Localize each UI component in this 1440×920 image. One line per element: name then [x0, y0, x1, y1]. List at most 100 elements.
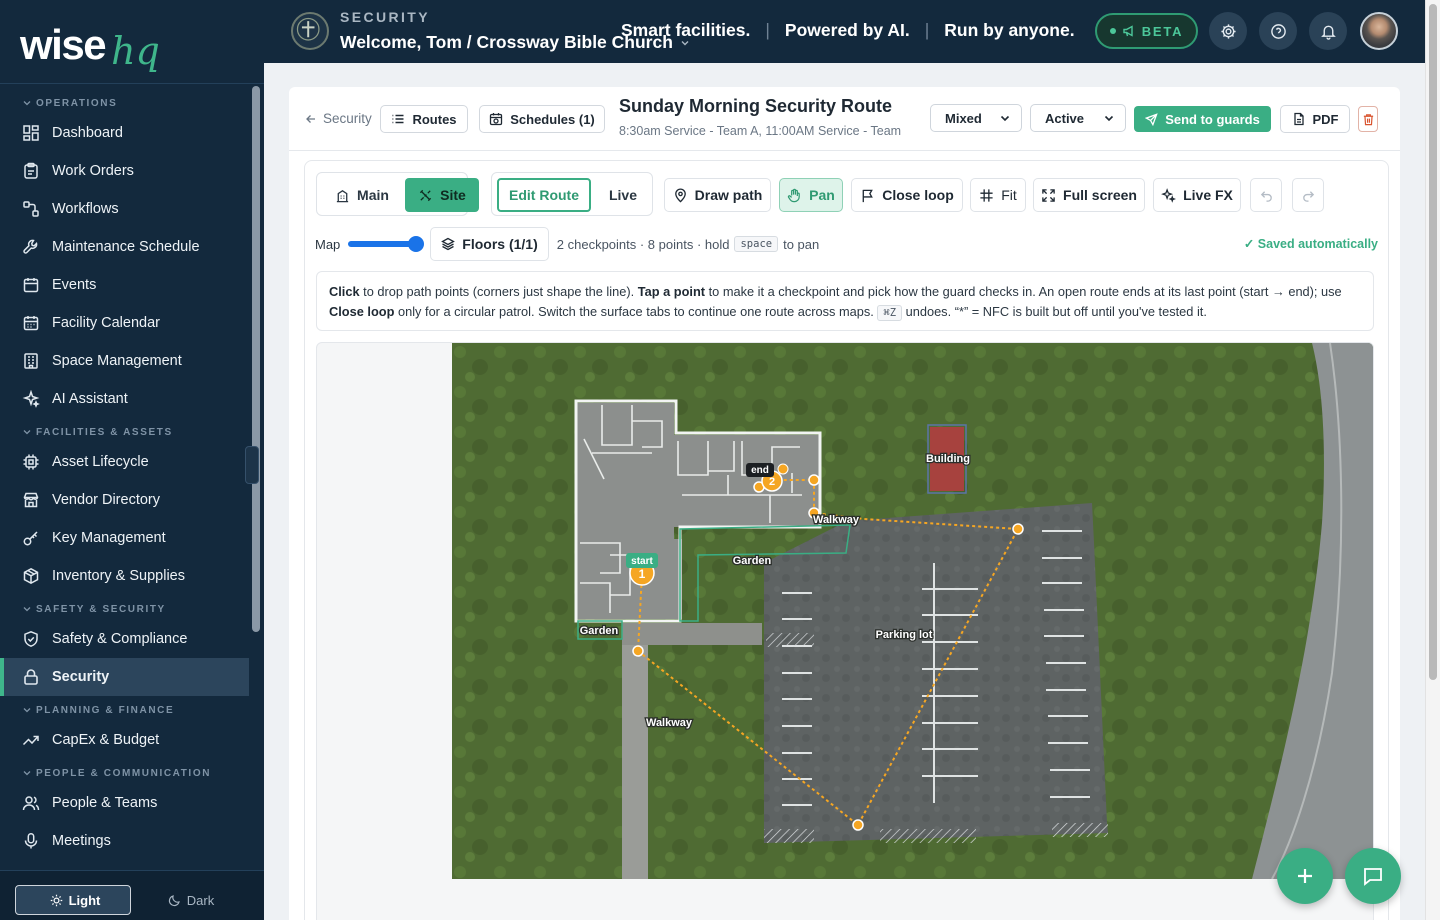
sidebar-scrollbar[interactable]	[252, 86, 260, 632]
theme-dark-button[interactable]: Dark	[133, 885, 249, 915]
draw-path-button[interactable]: Draw path	[664, 178, 771, 212]
wrench-icon	[23, 239, 38, 254]
section-title: SAFETY & SECURITY	[36, 603, 166, 615]
grid-hash-icon	[980, 188, 993, 202]
sun-icon	[50, 894, 62, 906]
route-header: Security Routes Schedules (1) Sunday Mor…	[289, 87, 1400, 151]
sidebar-item-events[interactable]: Events	[0, 266, 249, 304]
slider-knob[interactable]	[408, 236, 425, 252]
live-fx-button[interactable]: Live FX	[1153, 178, 1241, 212]
status-select-value: Active	[1045, 110, 1085, 126]
lock-icon	[24, 669, 38, 685]
user-avatar[interactable]	[1360, 12, 1398, 50]
window-scroll-thumb[interactable]	[1429, 4, 1437, 680]
sidebar-item-ai-assistant[interactable]: AI Assistant	[0, 380, 249, 418]
close-loop-button[interactable]: Close loop	[851, 178, 963, 212]
sidebar-item-security[interactable]: Security	[0, 658, 249, 696]
sidebar-item-asset-lifecycle[interactable]: Asset Lifecycle	[0, 443, 249, 481]
undo-key: ⌘Z	[877, 305, 903, 321]
undo-button[interactable]	[1250, 178, 1282, 212]
sidebar-item-dashboard[interactable]: Dashboard	[0, 114, 249, 152]
delete-route-button[interactable]	[1358, 106, 1378, 132]
map-canvas[interactable]: 1 start 2 end Building Walkway Garden Ga…	[316, 342, 1374, 920]
section-facilities-assets[interactable]: FACILITIES & ASSETS	[0, 421, 249, 443]
full-screen-button[interactable]: Full screen	[1033, 178, 1145, 212]
sidebar-item-facility-calendar[interactable]: Facility Calendar	[0, 304, 249, 342]
sidebar-item-inventory-supplies[interactable]: Inventory & Supplies	[0, 557, 249, 595]
section-operations[interactable]: OPERATIONS	[0, 92, 249, 114]
beta-label: BETA	[1141, 23, 1184, 39]
sidebar-item-label: Inventory & Supplies	[52, 568, 185, 584]
sidebar-item-people-teams[interactable]: People & Teams	[0, 784, 249, 822]
tab-main[interactable]: Main	[322, 178, 402, 212]
map-controls-row: Map Floors (1/1) 2 checkpoints · 8 point…	[315, 227, 1378, 261]
fit-label: Fit	[1001, 187, 1017, 203]
path-point[interactable]	[632, 645, 644, 657]
path-point[interactable]	[852, 819, 864, 831]
floors-button[interactable]: Floors (1/1)	[430, 227, 549, 261]
floors-label: Floors (1/1)	[462, 236, 538, 252]
add-fab-button[interactable]	[1277, 848, 1333, 904]
microphone-icon	[24, 833, 38, 849]
route-title[interactable]: Sunday Morning Security Route	[619, 96, 892, 117]
building-icon	[24, 353, 38, 369]
chat-fab-button[interactable]	[1345, 848, 1401, 904]
sidebar-item-key-management[interactable]: Key Management	[0, 519, 249, 557]
section-safety-security[interactable]: SAFETY & SECURITY	[0, 598, 249, 620]
map-pin-icon	[674, 188, 686, 202]
handicap-zone	[1052, 823, 1108, 837]
help-button[interactable]	[1259, 12, 1297, 50]
users-icon	[22, 796, 40, 811]
sidebar-item-label: Maintenance Schedule	[52, 239, 200, 255]
back-link[interactable]: Security	[305, 111, 372, 126]
tab-live[interactable]: Live	[596, 178, 650, 212]
send-to-guards-button[interactable]: Send to guards	[1134, 106, 1271, 132]
map-opacity-slider[interactable]	[348, 236, 425, 252]
theme-light-button[interactable]: Light	[15, 885, 131, 915]
sidebar-item-safety-compliance[interactable]: Safety & Compliance	[0, 620, 249, 658]
section-planning-finance[interactable]: PLANNING & FINANCE	[0, 699, 249, 721]
help-text: undoes. “*” = NFC is built but off until…	[902, 304, 1207, 319]
section-title: OPERATIONS	[36, 97, 118, 109]
instructions-box: Click to drop path points (corners just …	[316, 271, 1374, 331]
sidebar-item-work-orders[interactable]: Work Orders	[0, 152, 249, 190]
sidebar-item-workflows[interactable]: Workflows	[0, 190, 249, 228]
chip-icon	[23, 454, 39, 470]
site-map[interactable]: 1 start 2 end Building Walkway Garden Ga…	[452, 343, 1374, 879]
beta-dot	[1109, 28, 1116, 34]
tab-edit-route[interactable]: Edit Route	[497, 178, 591, 212]
sidebar-item-space-management[interactable]: Space Management	[0, 342, 249, 380]
sidebar-item-vendor-directory[interactable]: Vendor Directory	[0, 481, 249, 519]
nfc-indicator-icon	[777, 463, 789, 475]
tab-site[interactable]: Site	[405, 178, 479, 212]
status-select[interactable]: Active	[1030, 104, 1126, 132]
settings-button[interactable]	[1209, 12, 1247, 50]
notifications-button[interactable]	[1309, 12, 1347, 50]
path-point[interactable]	[808, 474, 820, 486]
redo-button[interactable]	[1292, 178, 1324, 212]
church-logo[interactable]	[291, 12, 329, 50]
sidebar-item-capex-budget[interactable]: CapEx & Budget	[0, 721, 249, 759]
wisehq-logo[interactable]: wise hq	[20, 18, 160, 73]
back-label: Security	[323, 111, 372, 126]
beta-badge-button[interactable]: BETA	[1095, 13, 1198, 49]
section-people-communication[interactable]: PEOPLE & COMMUNICATION	[0, 762, 249, 784]
schedules-button[interactable]: Schedules (1)	[479, 105, 605, 133]
pan-button[interactable]: Pan	[779, 178, 843, 212]
sidebar-item-meetings[interactable]: Meetings	[0, 822, 249, 860]
schedules-label: Schedules (1)	[510, 111, 595, 127]
trending-up-icon	[22, 735, 39, 746]
sidebar-item-label: Events	[52, 277, 97, 293]
sidebar-item-maintenance-schedule[interactable]: Maintenance Schedule	[0, 228, 249, 266]
window-scrollbar[interactable]	[1425, 0, 1440, 920]
full-screen-label: Full screen	[1063, 187, 1137, 203]
pdf-button[interactable]: PDF	[1280, 105, 1350, 133]
path-point[interactable]	[1012, 523, 1024, 535]
sidebar-collapse-handle[interactable]	[245, 446, 259, 484]
shield-check-icon	[24, 630, 38, 647]
routes-button[interactable]: Routes	[380, 105, 468, 133]
mode-select[interactable]: Mixed	[930, 104, 1022, 132]
fit-button[interactable]: Fit	[970, 178, 1026, 212]
store-icon	[23, 492, 39, 508]
tagline-separator: |	[924, 20, 930, 40]
